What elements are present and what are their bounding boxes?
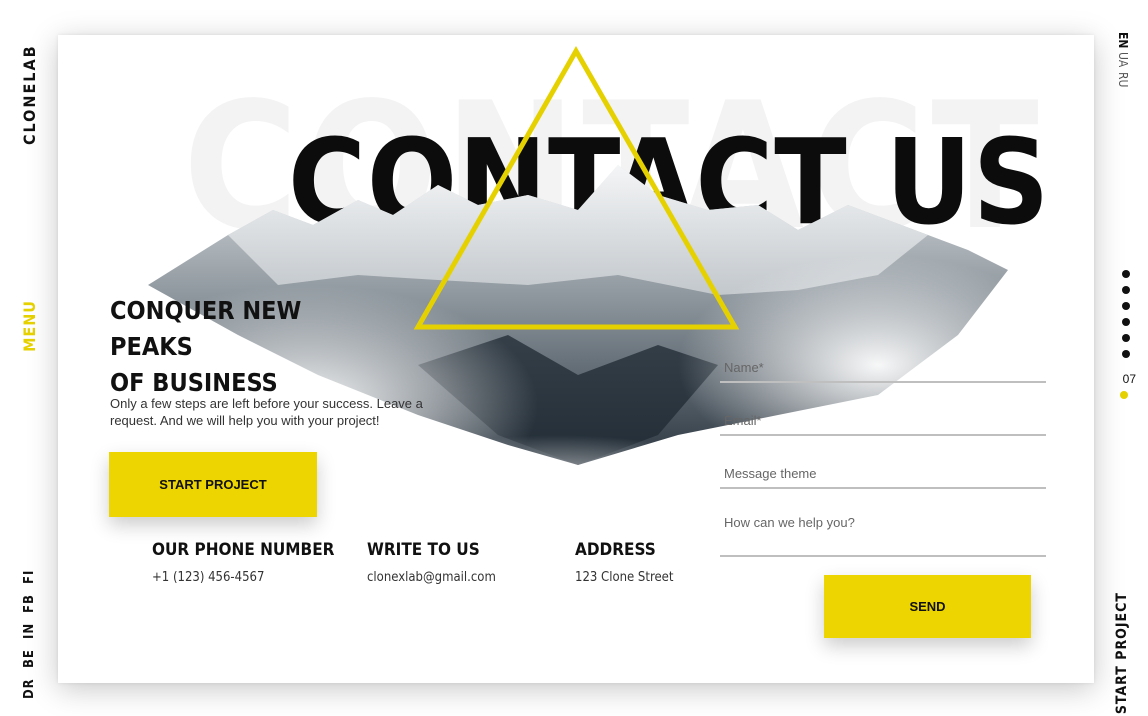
message-theme-field[interactable] [720,463,1046,489]
intro-description: Only a few steps are left before your su… [110,396,423,428]
address-block: ADDRESS 123 Clone Street [575,540,673,585]
phone-label: OUR PHONE NUMBER [152,540,335,560]
start-project-button[interactable]: START PROJECT [109,452,317,517]
email-label: WRITE TO US [367,540,480,560]
page-dot[interactable] [1122,302,1130,310]
phone-block: OUR PHONE NUMBER +1 (123) 456-4567 [152,540,334,585]
address-label: ADDRESS [575,540,656,560]
lang-ru[interactable]: RU [1116,72,1130,87]
contact-section: CONTACT US CONTACT US [58,35,1094,683]
page-dots [1122,270,1130,358]
intro-headline: CONQUER NEW PEAKS OF BUSINESS [110,293,370,401]
email-block: WRITE TO US clonexlab@gmail.com [367,540,496,585]
email-value[interactable]: clonexlab@gmail.com [367,570,496,585]
page-dot[interactable] [1122,270,1130,278]
social-link-instagram[interactable]: IN [22,623,37,639]
page-dot[interactable] [1122,334,1130,342]
current-page-number: 07 [1122,372,1136,386]
language-switcher: EN UA RU [1116,32,1130,87]
intro-headline-line1: CONQUER NEW PEAKS [110,296,302,361]
page-dot[interactable] [1122,318,1130,326]
side-start-project-link[interactable]: START PROJECT [1114,592,1130,714]
lang-ua[interactable]: UA [1116,52,1130,67]
social-link-facebook[interactable]: FB [22,594,37,613]
lang-en[interactable]: EN [1116,32,1130,48]
social-link-fi[interactable]: FI [22,570,37,584]
social-links: DR BE IN FB FI [22,570,37,699]
brand-logo[interactable]: CLONELAB [20,35,39,145]
page-dot[interactable] [1122,350,1130,358]
send-button[interactable]: SEND [824,575,1031,638]
social-link-behance[interactable]: BE [22,649,37,668]
message-field[interactable] [720,515,1046,557]
email-field[interactable] [720,410,1046,436]
page-dot[interactable] [1122,286,1130,294]
address-value: 123 Clone Street [575,570,674,585]
phone-value[interactable]: +1 (123) 456-4567 [152,570,334,585]
social-link-dribbble[interactable]: DR [22,678,37,699]
name-field[interactable] [720,357,1046,383]
current-page-indicator [1120,391,1128,399]
menu-button[interactable]: MENU [20,300,39,352]
